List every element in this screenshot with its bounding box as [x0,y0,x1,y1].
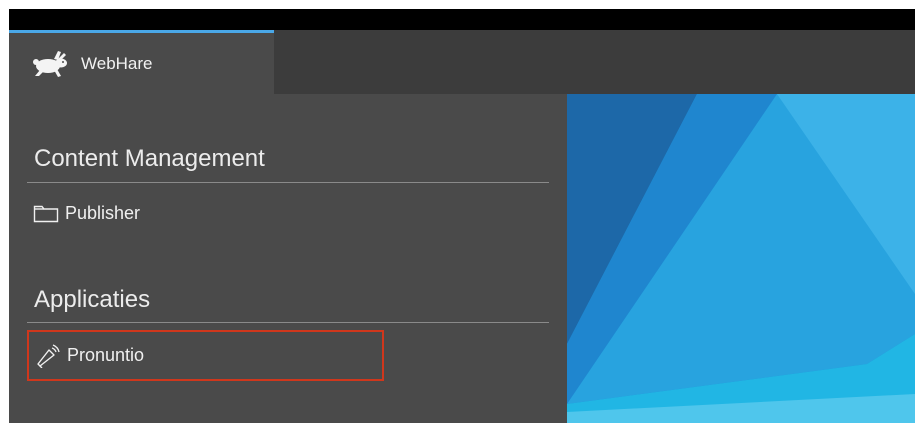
tab-bar: WebHare [9,30,915,94]
app-item-pronuntio[interactable]: Pronuntio [27,330,384,381]
app-item-label: Pronuntio [67,345,145,365]
folder-icon [33,202,59,224]
desktop-wallpaper [567,94,915,423]
section-title-applicaties: Applicaties [34,286,151,313]
app-menu: Content Management Publisher Applicaties [9,94,567,423]
megaphone-icon [35,343,61,368]
app-item-publisher[interactable]: Publisher [27,195,140,231]
section-divider [27,182,549,183]
tab-webhare[interactable]: WebHare [9,30,274,94]
rabbit-logo-icon [31,49,71,79]
section-title-content-management: Content Management [34,145,265,172]
webhare-dashboard: WebHare Content Management Publisher App… [9,0,915,423]
top-bar [9,9,915,30]
tab-label: WebHare [81,53,153,73]
app-item-label: Publisher [65,202,141,223]
section-divider [27,322,549,323]
